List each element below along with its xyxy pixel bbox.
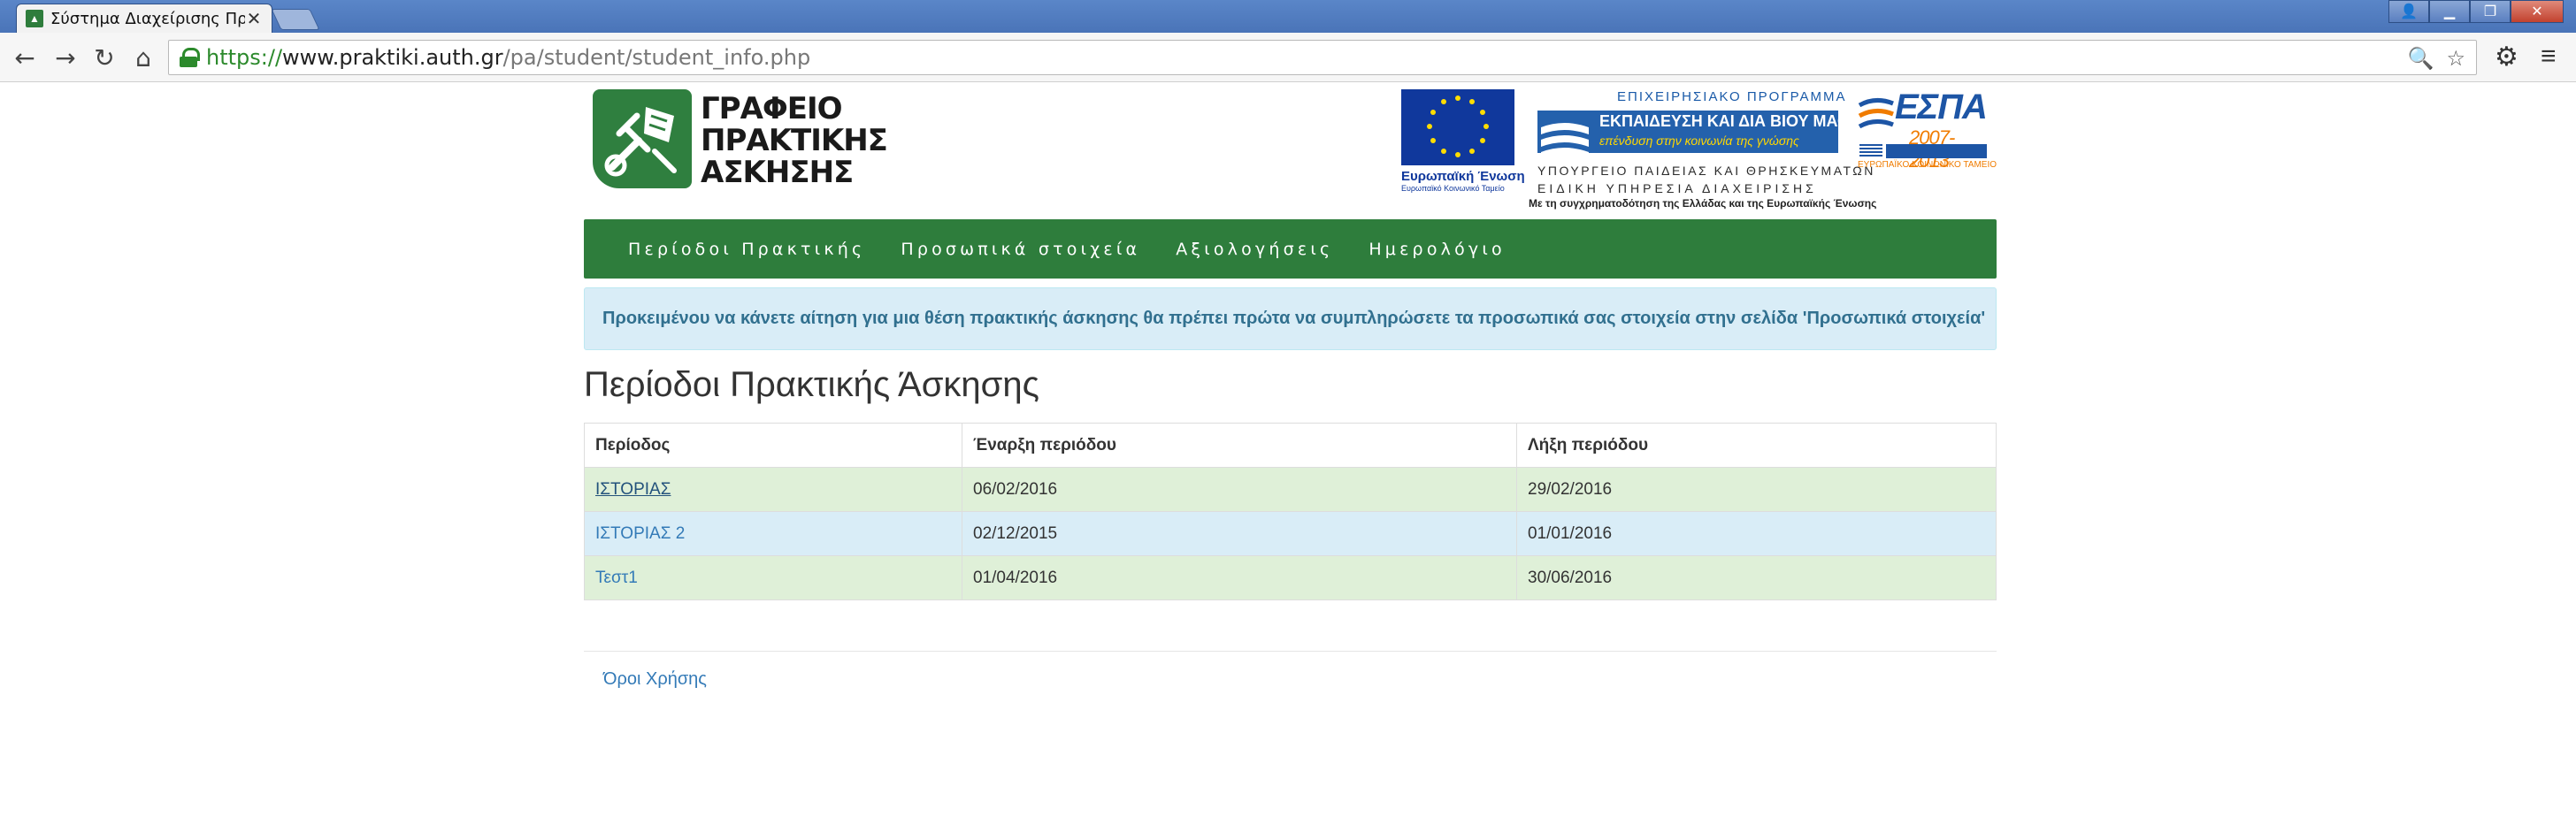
period-cell: ΙΣΤΟΡΙΑΣ: [584, 467, 962, 512]
browser-toolbar: ← → ↻ ⌂ https://www.praktiki.auth.gr/pa/…: [0, 33, 2576, 82]
home-icon[interactable]: ⌂: [129, 43, 157, 73]
op-special-service: ΕΙΔΙΚΗ ΥΠΗΡΕΣΙΑ ΔΙΑΧΕΙΡΙΣΗΣ: [1537, 181, 1817, 195]
url-scheme: https://: [206, 45, 283, 70]
site-logo[interactable]: ΓΡΑΦΕΙΟ ΠΡΑΚΤΙΚΗΣ ΑΣΚΗΣΗΣ: [593, 89, 888, 195]
op-ministry: ΥΠΟΥΡΓΕΙΟ ΠΑΙΔΕΙΑΣ ΚΑΙ ΘΡΗΣΚΕΥΜΑΤΩΝ: [1537, 164, 1875, 178]
espa-title: ΕΣΠΑ: [1895, 88, 1988, 126]
period-link[interactable]: ΙΣΤΟΡΙΑΣ 2: [595, 524, 685, 543]
window-minimize-icon[interactable]: ▁: [2429, 0, 2470, 23]
op-banner-slogan: επένδυση στην κοινωνία της γνώσης: [1599, 134, 1799, 148]
table-row: ΙΣΤΟΡΙΑΣ 2 02/12/2015 01/01/2016: [584, 511, 1997, 556]
url-path: /pa/student/student_info.php: [502, 45, 811, 70]
footer-divider: [584, 651, 1997, 652]
back-arrow-icon[interactable]: ←: [11, 43, 39, 73]
page-title: Περίοδοι Πρακτικής Άσκησης: [584, 365, 1039, 404]
address-bar[interactable]: https://www.praktiki.auth.gr/pa/student/…: [168, 40, 2477, 75]
logo-line-1: ΓΡΑΦΕΙΟ: [701, 91, 843, 126]
url-host: www.praktiki.auth.gr: [282, 45, 503, 70]
espa-ribbon: [1886, 144, 1987, 158]
bookmark-star-icon[interactable]: ☆: [2446, 46, 2465, 72]
tab-title: Σύστημα Διαχείρισης Πρα: [50, 9, 245, 28]
logo-line-2: ΠΡΑΚΤΙΚΗΣ: [701, 123, 888, 158]
op-banner-title: ΕΚΠΑΙΔΕΥΣΗ ΚΑΙ ΔΙΑ ΒΙΟΥ ΜΑΘΗΣΗ: [1599, 112, 1882, 130]
site-header: ΓΡΑΦΕΙΟ ΠΡΑΚΤΙΚΗΣ ΑΣΚΗΣΗΣ Ευρωπαϊκή Ένωσ…: [584, 82, 1997, 217]
browser-menu-icon[interactable]: ≡: [2541, 42, 2557, 72]
reload-icon[interactable]: ↻: [90, 43, 119, 73]
end-date-cell: 29/02/2016: [1516, 467, 1997, 512]
window-user-icon[interactable]: 👤: [2388, 0, 2429, 23]
period-cell: ΙΣΤΟΡΙΑΣ 2: [584, 511, 962, 556]
eu-logo: Ευρωπαϊκή Ένωση Ευρωπαϊκό Κοινωνικό Ταμε…: [1401, 89, 1525, 197]
secure-lock-icon: [180, 48, 200, 67]
address-bar-icons: 🔍 ☆: [2408, 46, 2465, 72]
logo-line-3: ΑΣΚΗΣΗΣ: [701, 155, 854, 190]
nav-item-evaluations[interactable]: Αξιολογήσεις: [1176, 240, 1333, 259]
table-row: Τεστ1 01/04/2016 30/06/2016: [584, 555, 1997, 600]
main-navbar: Περίοδοι Πρακτικής Προσωπικά στοιχεία Αξ…: [584, 219, 1997, 279]
forward-arrow-icon[interactable]: →: [51, 43, 80, 73]
internship-office-logo-icon: [593, 89, 692, 188]
address-url: https://www.praktiki.auth.gr/pa/student/…: [206, 45, 810, 70]
start-date-cell: 01/04/2016: [962, 555, 1517, 600]
op-waves-icon: [1541, 123, 1589, 159]
start-date-cell: 02/12/2015: [962, 511, 1517, 556]
site-favicon-icon: ▲: [26, 10, 43, 27]
info-alert: Προκειμένου να κάνετε αίτηση για μια θέσ…: [584, 287, 1997, 350]
period-cell: Τεστ1: [584, 555, 962, 600]
browser-tabstrip: ▲ Σύστημα Διαχείρισης Πρα ✕ 👤 ▁ ❐ ✕: [0, 0, 2576, 33]
terms-of-use-link[interactable]: Όροι Χρήσης: [603, 669, 707, 690]
column-header-start: Έναρξη περιόδου: [962, 423, 1517, 468]
period-link[interactable]: ΙΣΤΟΡΙΑΣ: [595, 480, 671, 499]
periods-table: Περίοδος Έναρξη περιόδου Λήξη περιόδου Ι…: [584, 423, 1997, 600]
end-date-cell: 30/06/2016: [1516, 555, 1997, 600]
espa-fund-caption: ΕΥΡΩΠΑΪΚΟ ΚΟΙΝΩΝΙΚΟ ΤΑΜΕΙΟ: [1858, 160, 1997, 170]
end-date-cell: 01/01/2016: [1516, 511, 1997, 556]
nav-item-periods[interactable]: Περίοδοι Πρακτικής: [628, 240, 865, 259]
op-title: ΕΠΙΧΕΙΡΗΣΙΑΚΟ ΠΡΟΓΡΑΜΜΑ: [1617, 89, 1847, 104]
greek-flag-icon: [1859, 144, 1882, 158]
start-date-cell: 06/02/2016: [962, 467, 1517, 512]
logo-text: ΓΡΑΦΕΙΟ ΠΡΑΚΤΙΚΗΣ ΑΣΚΗΣΗΣ: [701, 91, 888, 190]
page-container: ΓΡΑΦΕΙΟ ΠΡΑΚΤΙΚΗΣ ΑΣΚΗΣΗΣ Ευρωπαϊκή Ένωσ…: [584, 82, 1997, 689]
window-maximize-icon[interactable]: ❐: [2470, 0, 2511, 23]
operational-programme-logo: ΕΚΠΑΙΔΕΥΣΗ ΚΑΙ ΔΙΑ ΒΙΟΥ ΜΑΘΗΣΗ επένδυση …: [1537, 89, 1882, 213]
cofunding-note: Με τη συγχρηματοδότηση της Ελλάδας και τ…: [1529, 197, 1877, 210]
espa-logo: ΕΣΠΑ 2007-2013 ΕΥΡΩΠΑΪΚΟ ΚΟΙΝΩΝΙΚΟ ΤΑΜΕΙ…: [1858, 88, 1997, 185]
window-controls: 👤 ▁ ❐ ✕: [2388, 0, 2564, 23]
eu-subcaption: Ευρωπαϊκό Κοινωνικό Ταμείο: [1401, 184, 1505, 193]
eu-flag-icon: [1401, 89, 1514, 165]
table-header-row: Περίοδος Έναρξη περιόδου Λήξη περιόδου: [584, 423, 1997, 468]
tab-close-icon[interactable]: ✕: [245, 8, 263, 30]
column-header-end: Λήξη περιόδου: [1516, 423, 1997, 468]
browser-tab[interactable]: ▲ Σύστημα Διαχείρισης Πρα ✕: [16, 4, 272, 33]
extension-gear-icon[interactable]: ⚙: [2495, 42, 2518, 73]
eu-caption: Ευρωπαϊκή Ένωση: [1401, 169, 1525, 184]
column-header-period: Περίοδος: [584, 423, 962, 468]
table-row: ΙΣΤΟΡΙΑΣ 06/02/2016 29/02/2016: [584, 467, 1997, 512]
new-tab-button[interactable]: [271, 9, 320, 30]
nav-item-personal-info[interactable]: Προσωπικά στοιχεία: [901, 240, 1140, 259]
period-link[interactable]: Τεστ1: [595, 569, 638, 587]
zoom-icon[interactable]: 🔍: [2408, 46, 2434, 72]
op-banner: ΕΚΠΑΙΔΕΥΣΗ ΚΑΙ ΔΙΑ ΒΙΟΥ ΜΑΘΗΣΗ επένδυση …: [1537, 111, 1882, 159]
window-close-icon[interactable]: ✕: [2511, 0, 2564, 23]
nav-item-calendar[interactable]: Ημερολόγιο: [1368, 240, 1506, 259]
